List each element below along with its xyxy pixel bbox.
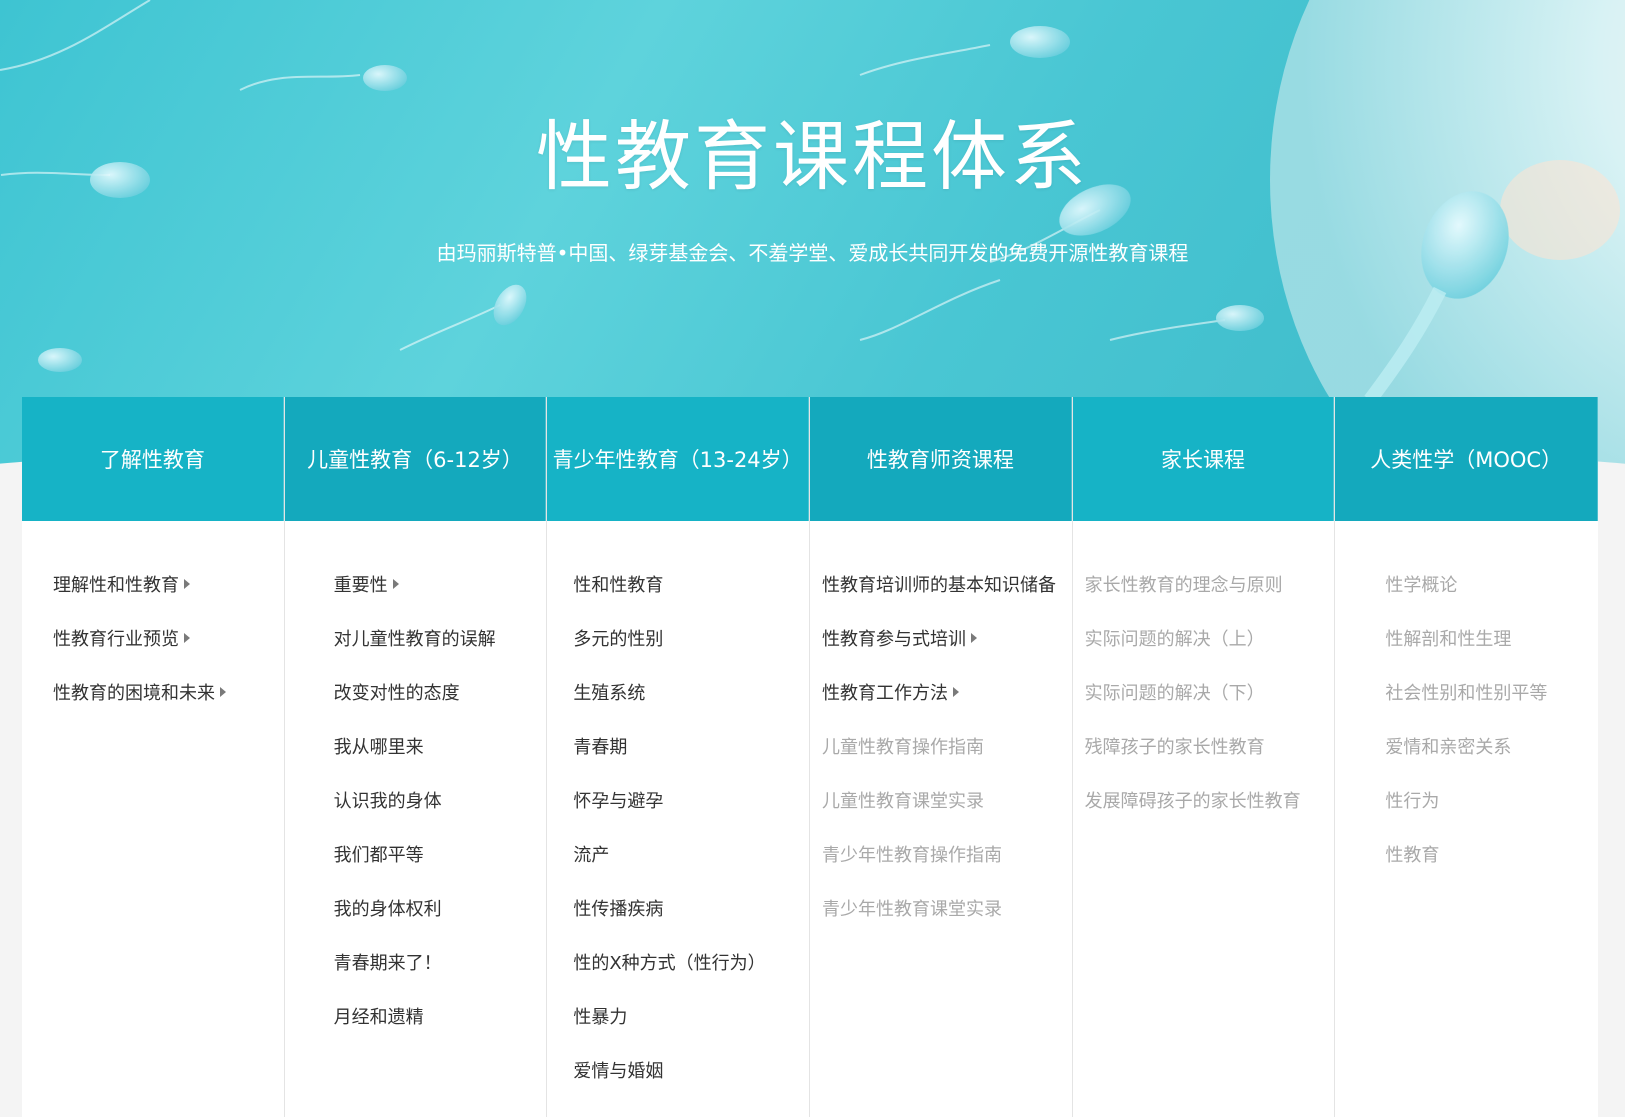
- course-item[interactable]: 青春期来了！: [334, 935, 547, 989]
- course-item[interactable]: 青春期: [573, 719, 809, 773]
- column-header[interactable]: 青少年性教育（13-24岁）: [547, 397, 809, 521]
- course-item[interactable]: 性教育工作方法: [822, 665, 1072, 719]
- course-item[interactable]: 发展障碍孩子的家长性教育: [1085, 773, 1335, 827]
- course-item[interactable]: 多元的性别: [573, 611, 809, 665]
- course-item[interactable]: 认识我的身体: [334, 773, 547, 827]
- caret-right-icon: [971, 633, 977, 643]
- course-item[interactable]: 残障孩子的家长性教育: [1085, 719, 1335, 773]
- course-item[interactable]: 性和性教育: [573, 557, 809, 611]
- page-title: 性教育课程体系: [536, 112, 1089, 201]
- course-item[interactable]: 对儿童性教育的误解: [334, 611, 547, 665]
- course-item[interactable]: 性传播疾病: [573, 881, 809, 935]
- course-item[interactable]: 生殖系统: [573, 665, 809, 719]
- caret-right-icon: [184, 633, 190, 643]
- column-header[interactable]: 人类性学（MOOC）: [1335, 397, 1598, 521]
- column-header[interactable]: 了解性教育: [22, 397, 284, 521]
- course-item[interactable]: 理解性和性教育: [53, 557, 284, 611]
- course-item[interactable]: 儿童性教育课堂实录: [822, 773, 1072, 827]
- course-item[interactable]: 改变对性的态度: [334, 665, 547, 719]
- course-item[interactable]: 社会性别和性别平等: [1385, 665, 1598, 719]
- course-item[interactable]: 性教育的困境和未来: [53, 665, 284, 719]
- course-column-teacher: 性教育师资课程 性教育培训师的基本知识储备 性教育参与式培训 性教育工作方法 儿…: [810, 397, 1073, 1117]
- course-item[interactable]: 性教育: [1385, 827, 1598, 881]
- course-item[interactable]: 爱情和亲密关系: [1385, 719, 1598, 773]
- caret-right-icon: [184, 579, 190, 589]
- course-column-youth: 青少年性教育（13-24岁） 性和性教育 多元的性别 生殖系统 青春期 怀孕与避…: [547, 397, 810, 1117]
- course-item[interactable]: 实际问题的解决（下）: [1085, 665, 1335, 719]
- course-item[interactable]: 性暴力: [573, 989, 809, 1043]
- column-header[interactable]: 性教育师资课程: [810, 397, 1072, 521]
- course-item[interactable]: 性解剖和性生理: [1385, 611, 1598, 665]
- course-item[interactable]: 家长性教育的理念与原则: [1085, 557, 1335, 611]
- course-column-understanding: 了解性教育 理解性和性教育 性教育行业预览 性教育的困境和未来: [22, 397, 285, 1117]
- course-item[interactable]: 怀孕与避孕: [573, 773, 809, 827]
- course-item[interactable]: 实际问题的解决（上）: [1085, 611, 1335, 665]
- caret-right-icon: [220, 687, 226, 697]
- course-column-mooc: 人类性学（MOOC） 性学概论 性解剖和性生理 社会性别和性别平等 爱情和亲密关…: [1335, 397, 1598, 1117]
- course-item[interactable]: 性教育培训师的基本知识储备: [822, 557, 1072, 611]
- course-item[interactable]: 性学概论: [1385, 557, 1598, 611]
- course-item[interactable]: 性的X种方式（性行为）: [573, 935, 809, 989]
- course-column-children: 儿童性教育（6-12岁） 重要性 对儿童性教育的误解 改变对性的态度 我从哪里来…: [284, 397, 548, 1117]
- caret-right-icon: [953, 687, 959, 697]
- course-item[interactable]: 性行为: [1385, 773, 1598, 827]
- course-panel: 了解性教育 理解性和性教育 性教育行业预览 性教育的困境和未来 儿童性教育（6-…: [22, 397, 1598, 1117]
- course-item[interactable]: 青少年性教育课堂实录: [822, 881, 1072, 935]
- page-subtitle: 由玛丽斯特普•中国、绿芽基金会、不羞学堂、爱成长共同开发的免费开源性教育课程: [436, 241, 1189, 265]
- course-item[interactable]: 爱情与婚姻: [573, 1043, 809, 1097]
- course-item[interactable]: 性教育参与式培训: [822, 611, 1072, 665]
- course-item[interactable]: 流产: [573, 827, 809, 881]
- course-item[interactable]: 我从哪里来: [334, 719, 547, 773]
- column-header[interactable]: 儿童性教育（6-12岁）: [284, 397, 547, 521]
- course-item[interactable]: 青少年性教育操作指南: [822, 827, 1072, 881]
- course-item[interactable]: 重要性: [334, 557, 547, 611]
- column-header[interactable]: 家长课程: [1072, 397, 1335, 521]
- course-item[interactable]: 我的身体权利: [334, 881, 547, 935]
- course-item[interactable]: 性教育行业预览: [53, 611, 284, 665]
- course-item[interactable]: 我们都平等: [334, 827, 547, 881]
- course-item[interactable]: 月经和遗精: [334, 989, 547, 1043]
- caret-right-icon: [392, 579, 399, 589]
- course-item[interactable]: 儿童性教育操作指南: [822, 719, 1072, 773]
- course-column-parents: 家长课程 家长性教育的理念与原则 实际问题的解决（上） 实际问题的解决（下） 残…: [1072, 397, 1336, 1117]
